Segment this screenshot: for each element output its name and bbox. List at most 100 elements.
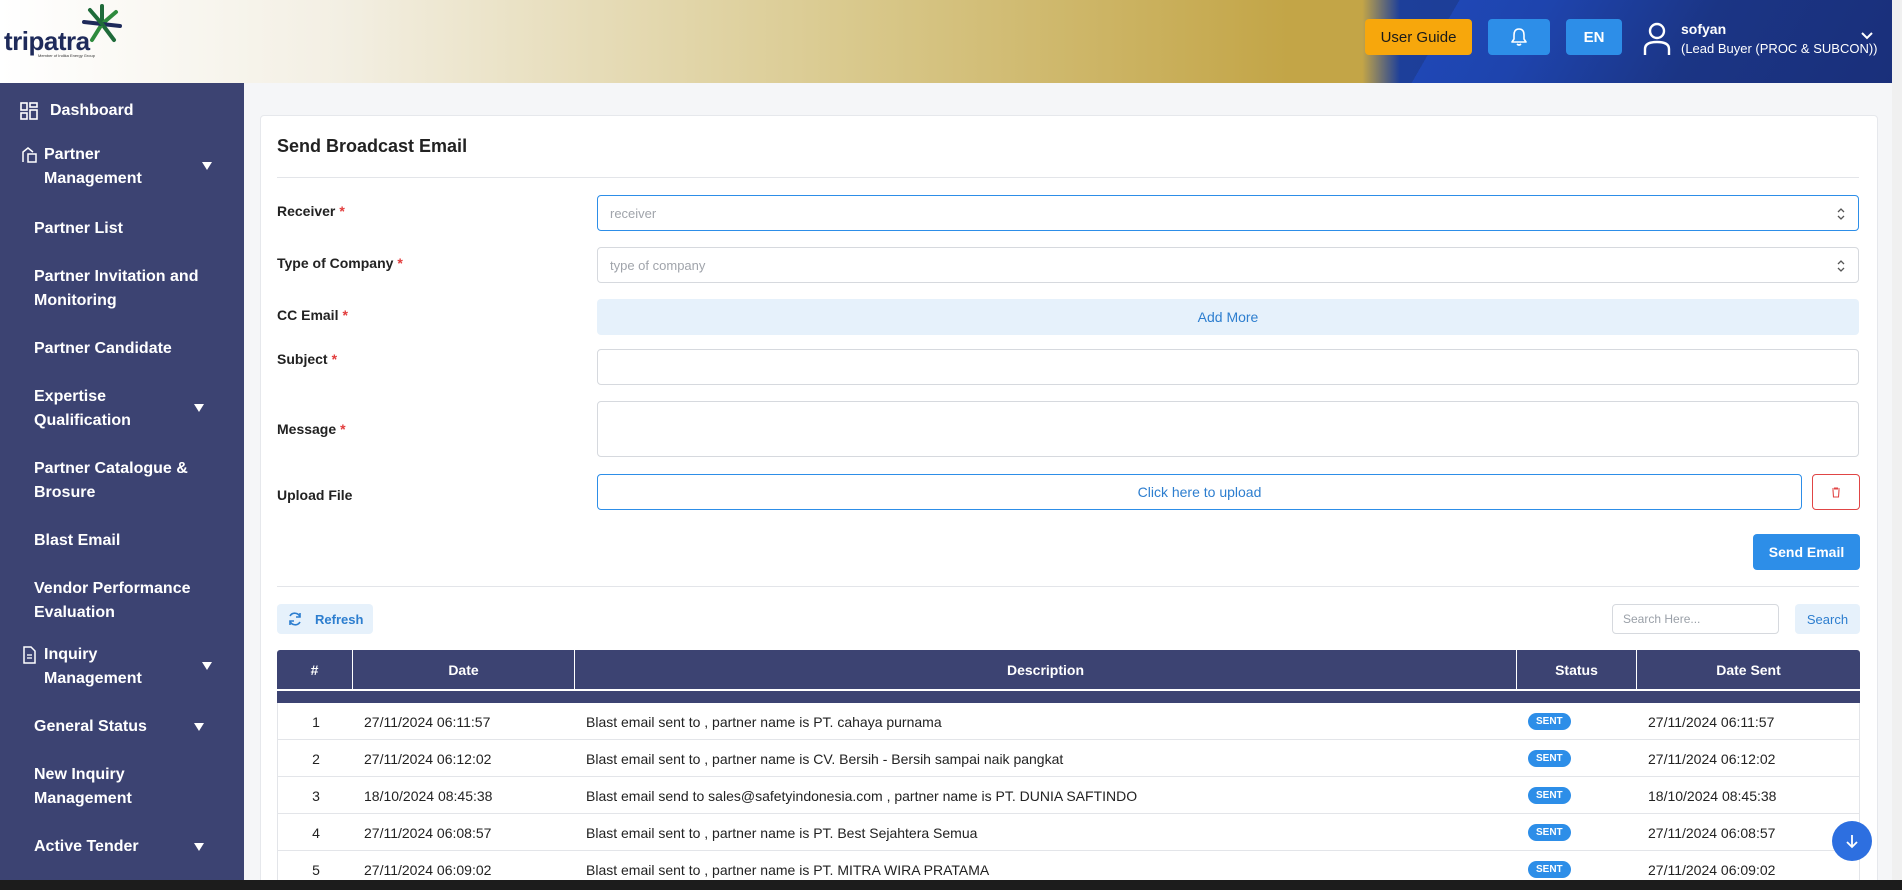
- sidebar-item-label: Inquiry Management: [44, 646, 142, 687]
- sidebar-item-label: General Status: [34, 718, 147, 735]
- receiver-label: Receiver *: [277, 203, 345, 219]
- column-header-number[interactable]: #: [277, 650, 353, 689]
- page-title: Send Broadcast Email: [277, 136, 468, 156]
- divider: [277, 177, 1859, 178]
- table-row[interactable]: 1 27/11/2024 06:11:57 Blast email sent t…: [277, 703, 1860, 740]
- refresh-icon: [289, 612, 301, 626]
- table-row[interactable]: 2 27/11/2024 06:12:02 Blast email sent t…: [277, 740, 1860, 777]
- company-type-select[interactable]: type of company: [597, 247, 1859, 283]
- top-header: tripatra Member of Indika Energy Group U…: [0, 0, 1892, 83]
- sidebar-item-dashboard[interactable]: Dashboard: [0, 99, 244, 123]
- upload-file-label: Upload File: [277, 487, 353, 503]
- column-header-date-sent[interactable]: Date Sent: [1637, 650, 1860, 689]
- row-date-sent: 18/10/2024 08:45:38: [1648, 787, 1777, 804]
- column-header-status[interactable]: Status: [1517, 650, 1637, 689]
- row-description: Blast email sent to , partner name is PT…: [586, 824, 978, 841]
- table-row[interactable]: 3 18/10/2024 08:45:38 Blast email send t…: [277, 777, 1860, 814]
- subject-label: Subject *: [277, 351, 338, 367]
- sidebar-item-expertise-qualification[interactable]: Expertise Qualification: [0, 385, 244, 433]
- send-email-button[interactable]: Send Email: [1753, 534, 1860, 570]
- user-name: sofyan: [1681, 21, 1727, 37]
- caret-down-icon: [202, 662, 212, 670]
- upload-button[interactable]: Click here to upload: [597, 474, 1802, 510]
- sidebar-item-label: Expertise Qualification: [34, 388, 131, 429]
- sidebar-item-label: Partner Candidate: [34, 340, 172, 357]
- select-arrows-icon: [1837, 208, 1845, 220]
- row-date: 18/10/2024 08:45:38: [364, 787, 493, 804]
- row-date-sent: 27/11/2024 06:12:02: [1648, 750, 1776, 767]
- bell-icon: [1511, 28, 1527, 46]
- status-badge: SENT: [1528, 740, 1571, 777]
- add-more-button[interactable]: Add More: [597, 299, 1859, 335]
- sidebar-item-partner-invitation[interactable]: Partner Invitation and Monitoring: [0, 265, 244, 313]
- user-role: (Lead Buyer (PROC & SUBCON)): [1681, 41, 1878, 56]
- row-date: 27/11/2024 06:11:57: [364, 713, 491, 730]
- delete-file-button[interactable]: [1812, 474, 1860, 510]
- table-row[interactable]: 4 27/11/2024 06:08:57 Blast email sent t…: [277, 814, 1860, 851]
- sidebar-item-label: Partner Invitation and Monitoring: [34, 268, 199, 309]
- row-number: 4: [312, 824, 320, 841]
- user-avatar-icon[interactable]: [1643, 22, 1671, 56]
- row-number: 3: [312, 787, 320, 804]
- document-icon: [23, 646, 36, 664]
- cc-email-label: CC Email *: [277, 307, 348, 323]
- table-filter-row: [277, 689, 1860, 703]
- divider: [277, 586, 1859, 587]
- company-type-placeholder: type of company: [610, 257, 706, 273]
- row-description: Blast email sent to , partner name is PT…: [586, 713, 942, 730]
- broadcast-email-card: Send Broadcast Email Receiver * receiver …: [260, 115, 1878, 890]
- row-number: 2: [312, 750, 320, 767]
- trash-icon: [1832, 486, 1840, 498]
- caret-down-icon: [194, 404, 204, 412]
- row-date-sent: 27/11/2024 06:08:57: [1648, 824, 1776, 841]
- notification-button[interactable]: [1488, 19, 1550, 55]
- row-number: 1: [312, 713, 320, 730]
- sidebar-item-new-inquiry[interactable]: New Inquiry Management: [0, 763, 244, 811]
- sidebar-item-label: New Inquiry Management: [34, 766, 132, 807]
- select-arrows-icon: [1837, 260, 1845, 272]
- row-description: Blast email send to sales@safetyindonesi…: [586, 787, 1138, 804]
- row-date-sent: 27/11/2024 06:11:57: [1648, 713, 1775, 730]
- sidebar: Dashboard Partner Management Partner Lis…: [0, 83, 244, 880]
- row-date: 27/11/2024 06:12:02: [364, 750, 492, 767]
- sidebar-item-label: Blast Email: [34, 532, 121, 549]
- sidebar-item-partner-catalogue[interactable]: Partner Catalogue & Brosure: [0, 457, 244, 505]
- row-description: Blast email sent to , partner name is CV…: [586, 750, 1064, 767]
- sidebar-item-label: Partner List: [34, 220, 123, 237]
- sidebar-item-label: Active Tender: [34, 838, 139, 855]
- sidebar-item-inquiry-management[interactable]: Inquiry Management: [0, 643, 244, 691]
- sidebar-item-partner-management[interactable]: Partner Management: [0, 143, 244, 191]
- status-badge: SENT: [1528, 777, 1571, 814]
- status-badge: SENT: [1528, 703, 1571, 740]
- sidebar-item-label: Partner Catalogue & Brosure: [34, 460, 188, 501]
- search-button[interactable]: Search: [1795, 604, 1860, 634]
- page-scrollbar[interactable]: [1892, 0, 1902, 880]
- chevron-down-icon[interactable]: [1860, 29, 1874, 43]
- sidebar-item-label: Vendor Performance Evaluation: [34, 580, 191, 621]
- sidebar-item-label: Dashboard: [50, 102, 134, 119]
- caret-down-icon: [202, 162, 212, 170]
- partner-icon: [22, 147, 37, 163]
- status-badge: SENT: [1528, 814, 1571, 851]
- receiver-placeholder: receiver: [610, 205, 657, 221]
- language-button[interactable]: EN: [1566, 19, 1622, 55]
- receiver-select[interactable]: receiver: [597, 195, 1859, 231]
- column-header-description[interactable]: Description: [575, 650, 1517, 689]
- sidebar-item-vendor-performance[interactable]: Vendor Performance Evaluation: [0, 577, 244, 625]
- user-guide-button[interactable]: User Guide: [1365, 19, 1472, 55]
- arrow-down-icon: [1846, 835, 1858, 849]
- message-textarea[interactable]: [597, 401, 1859, 457]
- caret-down-icon: [194, 723, 204, 731]
- column-header-date[interactable]: Date: [353, 650, 575, 689]
- sidebar-item-label: Partner Management: [44, 146, 142, 187]
- refresh-button[interactable]: Refresh: [277, 604, 373, 634]
- broadcast-table: # Date Description Status Date Sent 1 27…: [277, 650, 1860, 888]
- logo[interactable]: tripatra Member of Indika Energy Group: [2, 0, 132, 70]
- table-header: # Date Description Status Date Sent: [277, 650, 1860, 689]
- row-date: 27/11/2024 06:08:57: [364, 824, 492, 841]
- message-label: Message *: [277, 421, 346, 437]
- subject-input[interactable]: [597, 349, 1859, 385]
- search-input[interactable]: Search Here...: [1612, 604, 1779, 634]
- scroll-down-button[interactable]: [1832, 821, 1872, 861]
- search-placeholder: Search Here...: [1623, 612, 1701, 626]
